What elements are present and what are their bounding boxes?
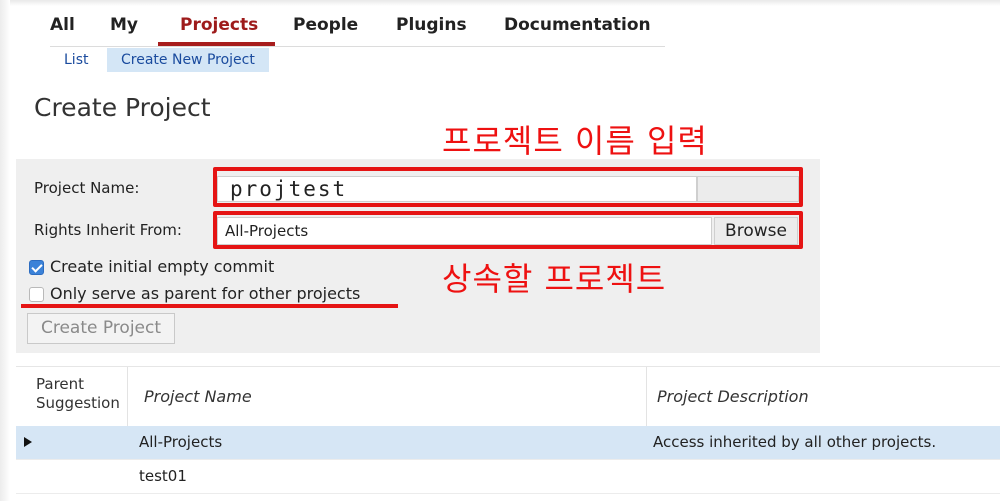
header-parent-line1: Parent: [36, 375, 85, 393]
header-project-description: Project Description: [657, 387, 809, 406]
window-left-shadow: [0, 0, 10, 501]
menu-item-people[interactable]: People: [293, 15, 358, 35]
row-project-name[interactable]: All-Projects: [139, 426, 222, 459]
table-header: Parent Suggestion Project Name Project D…: [16, 366, 1000, 428]
annotation-underline-parent-only: [21, 304, 398, 308]
annotation-box-project-name: [213, 167, 803, 207]
table-row[interactable]: All-Projects Access inherited by all oth…: [16, 426, 1000, 460]
header-parent-suggestion: Parent Suggestion: [36, 375, 120, 413]
menu-item-documentation[interactable]: Documentation: [504, 15, 651, 35]
parent-only-label: Only serve as parent for other projects: [50, 284, 361, 303]
header-divider: [127, 367, 128, 427]
initial-commit-label: Create initial empty commit: [50, 257, 275, 276]
window-top-shadow: [0, 0, 1000, 6]
page-title: Create Project: [34, 93, 211, 122]
menu-item-projects[interactable]: Projects: [180, 15, 258, 35]
sub-menu: List Create New Project: [0, 48, 1000, 72]
project-name-label: Project Name:: [34, 179, 140, 197]
active-tab-underline: [158, 42, 275, 46]
menu-item-all[interactable]: All: [50, 15, 75, 35]
submenu-create-new-project[interactable]: Create New Project: [107, 48, 269, 72]
annotation-box-rights-inherit: [213, 211, 803, 249]
row-project-name[interactable]: test01: [139, 460, 187, 493]
header-project-name: Project Name: [144, 387, 252, 406]
create-project-button[interactable]: Create Project: [27, 313, 175, 344]
row-selected-arrow-icon: [24, 437, 32, 447]
initial-commit-checkbox[interactable]: [29, 260, 44, 275]
table-row[interactable]: test01: [16, 460, 1000, 494]
header-divider: [646, 367, 647, 427]
checkmark-icon: [31, 261, 43, 273]
rights-inherit-label: Rights Inherit From:: [34, 221, 182, 239]
annotation-name-hint: 프로젝트 이름 입력: [442, 122, 708, 160]
annotation-parent-hint: 상속할 프로젝트: [442, 260, 667, 298]
header-parent-line2: Suggestion: [36, 394, 120, 412]
menu-item-my[interactable]: My: [110, 15, 138, 35]
parent-only-checkbox[interactable]: [29, 287, 44, 302]
submenu-list[interactable]: List: [64, 48, 88, 72]
menu-item-plugins[interactable]: Plugins: [396, 15, 467, 35]
row-project-description: Access inherited by all other projects.: [653, 433, 937, 451]
top-menu: All My Projects People Plugins Documenta…: [50, 12, 665, 47]
